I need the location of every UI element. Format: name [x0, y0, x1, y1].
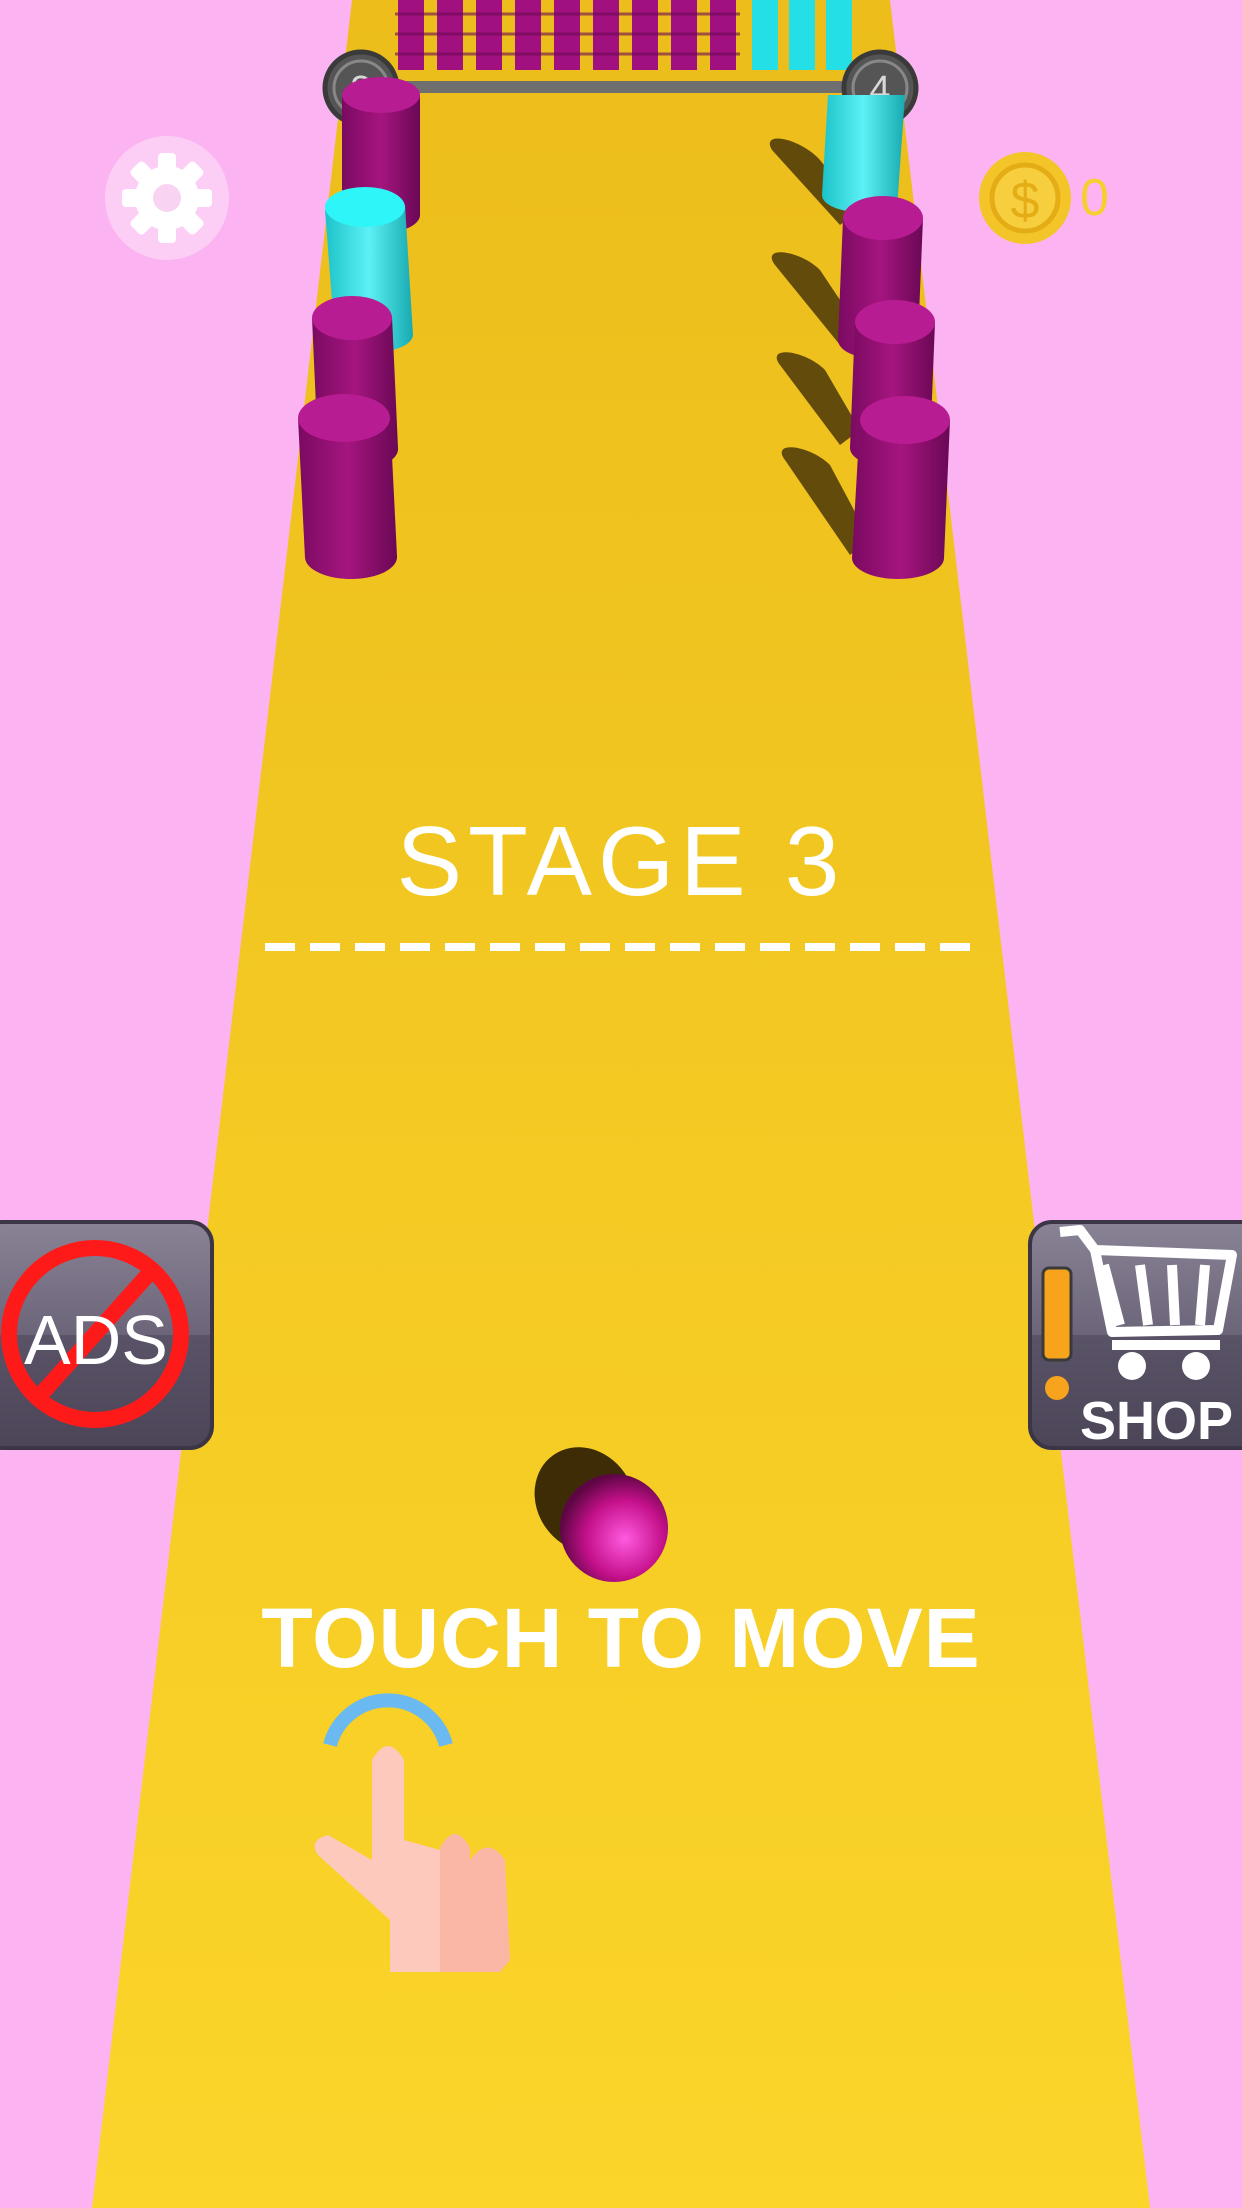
coin-counter: $ — [979, 152, 1071, 244]
cylinder-obstacle — [298, 394, 398, 580]
svg-text:$: $ — [1011, 172, 1040, 230]
shop-label: SHOP — [1080, 1391, 1234, 1451]
cylinder-obstacle — [822, 95, 905, 212]
gear-icon — [122, 153, 212, 243]
dollar-coin-icon: $ — [979, 152, 1071, 244]
player-ball — [560, 1474, 668, 1582]
game-scene[interactable]: 3 4 — [0, 0, 1242, 2208]
coin-count: 0 — [1080, 169, 1109, 227]
touch-to-move-instruction: TOUCH TO MOVE — [261, 1591, 981, 1685]
ads-label: ADS — [24, 1301, 168, 1379]
track — [92, 0, 1150, 2208]
cylinder-obstacle — [852, 396, 950, 579]
settings-button[interactable] — [105, 136, 229, 260]
stage-title: STAGE 3 — [396, 806, 846, 916]
